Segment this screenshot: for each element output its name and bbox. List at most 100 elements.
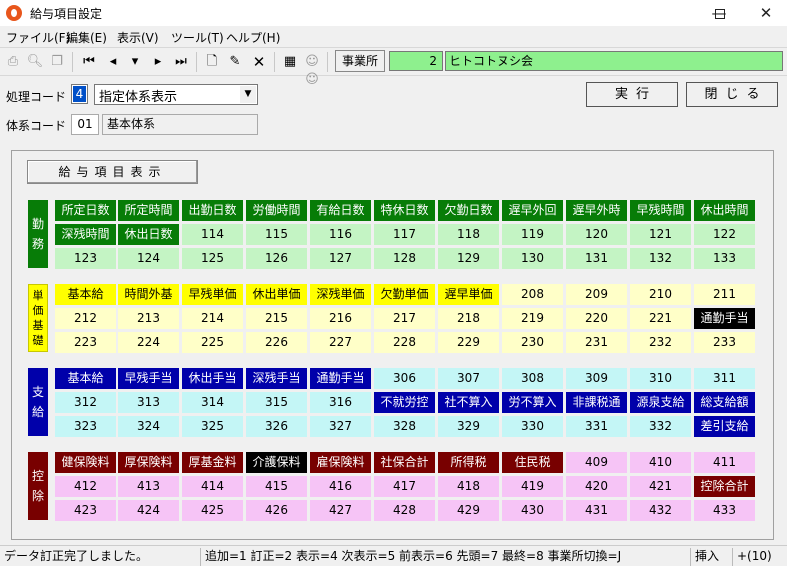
item-cell[interactable]: 労不算入	[502, 392, 563, 413]
item-cell[interactable]: 休出日数	[118, 224, 179, 245]
menu-edit[interactable]: 編集(E)	[66, 29, 107, 46]
office-button[interactable]: 事業所	[335, 50, 385, 72]
item-cell[interactable]: 特休日数	[374, 200, 435, 221]
maximize-icon[interactable]	[697, 0, 743, 26]
item-cell[interactable]: 社保合計	[374, 452, 435, 473]
item-cell[interactable]: 411	[694, 452, 755, 473]
item-cell[interactable]: 出勤日数	[182, 200, 243, 221]
item-cell[interactable]: 120	[566, 224, 627, 245]
item-cell[interactable]: 時間外基	[118, 284, 179, 305]
calculator-icon[interactable]: ▦	[281, 53, 299, 71]
item-cell[interactable]: 326	[246, 416, 307, 437]
item-cell[interactable]: 221	[630, 308, 691, 329]
item-cell[interactable]: 210	[630, 284, 691, 305]
menu-file[interactable]: ファイル(F)	[6, 29, 70, 46]
item-cell[interactable]: 412	[55, 476, 116, 497]
item-cell[interactable]: 労働時間	[246, 200, 307, 221]
item-cell[interactable]: 228	[374, 332, 435, 353]
item-cell[interactable]: 源泉支給	[630, 392, 691, 413]
item-cell[interactable]: 219	[502, 308, 563, 329]
item-cell[interactable]: 217	[374, 308, 435, 329]
item-cell[interactable]: 423	[55, 500, 116, 521]
item-cell[interactable]: 233	[694, 332, 755, 353]
close-window-icon[interactable]: ✕	[743, 0, 787, 26]
item-cell[interactable]: 124	[118, 248, 179, 269]
item-cell[interactable]: 126	[246, 248, 307, 269]
new-document-icon[interactable]: 🗋︎	[203, 53, 221, 71]
item-cell[interactable]: 315	[246, 392, 307, 413]
item-cell[interactable]: 非課税通	[566, 392, 627, 413]
item-cell[interactable]: 早残時間	[630, 200, 691, 221]
item-cell[interactable]: 415	[246, 476, 307, 497]
item-cell[interactable]: 213	[118, 308, 179, 329]
item-cell[interactable]: 430	[502, 500, 563, 521]
item-cell[interactable]: 131	[566, 248, 627, 269]
item-cell[interactable]: 312	[55, 392, 116, 413]
item-cell[interactable]: 417	[374, 476, 435, 497]
item-cell[interactable]: 328	[374, 416, 435, 437]
item-cell[interactable]: 211	[694, 284, 755, 305]
item-cell[interactable]: 123	[55, 248, 116, 269]
item-cell[interactable]: 230	[502, 332, 563, 353]
item-cell[interactable]: 418	[438, 476, 499, 497]
item-cell[interactable]: 雇保険料	[310, 452, 371, 473]
item-cell[interactable]: 308	[502, 368, 563, 389]
item-cell[interactable]: 311	[694, 368, 755, 389]
copy-icon[interactable]: ❐	[48, 53, 66, 71]
item-cell[interactable]: 324	[118, 416, 179, 437]
item-cell[interactable]: 早残手当	[118, 368, 179, 389]
item-cell[interactable]: 413	[118, 476, 179, 497]
item-cell[interactable]: 306	[374, 368, 435, 389]
item-cell[interactable]: 128	[374, 248, 435, 269]
item-cell[interactable]: 416	[310, 476, 371, 497]
item-cell[interactable]: 212	[55, 308, 116, 329]
employees-icon[interactable]: ☺☺	[303, 53, 321, 87]
menu-view[interactable]: 表示(V)	[117, 29, 159, 46]
item-cell[interactable]: 428	[374, 500, 435, 521]
item-cell[interactable]: 232	[630, 332, 691, 353]
item-cell[interactable]: 215	[246, 308, 307, 329]
item-cell[interactable]: 327	[310, 416, 371, 437]
display-items-button[interactable]: 給与項目表示	[27, 160, 198, 184]
item-cell[interactable]: 休出単価	[246, 284, 307, 305]
item-cell[interactable]: 231	[566, 332, 627, 353]
item-cell[interactable]: 225	[182, 332, 243, 353]
item-cell[interactable]: 429	[438, 500, 499, 521]
item-cell[interactable]: 122	[694, 224, 755, 245]
item-cell[interactable]: 323	[55, 416, 116, 437]
item-cell[interactable]: 209	[566, 284, 627, 305]
item-cell[interactable]: 313	[118, 392, 179, 413]
item-cell[interactable]: 310	[630, 368, 691, 389]
sys-code-input[interactable]: 01	[71, 114, 99, 135]
proc-select[interactable]: 指定体系表示 ▼	[94, 84, 258, 105]
edit-icon[interactable]: ✎	[226, 53, 244, 71]
item-cell[interactable]: 432	[630, 500, 691, 521]
item-cell[interactable]: 208	[502, 284, 563, 305]
item-cell[interactable]: 遅早外回	[502, 200, 563, 221]
last-record-icon[interactable]: ⏭︎	[172, 53, 190, 71]
close-button[interactable]: 閉じる	[686, 82, 778, 107]
item-cell[interactable]: 118	[438, 224, 499, 245]
item-cell[interactable]: 116	[310, 224, 371, 245]
item-cell[interactable]: 基本給	[55, 284, 116, 305]
item-cell[interactable]: 通勤手当	[694, 308, 755, 329]
item-cell[interactable]: 216	[310, 308, 371, 329]
item-cell[interactable]: 114	[182, 224, 243, 245]
item-cell[interactable]: 332	[630, 416, 691, 437]
item-cell[interactable]: 遅早外時	[566, 200, 627, 221]
item-cell[interactable]: 414	[182, 476, 243, 497]
item-cell[interactable]: 厚保険料	[118, 452, 179, 473]
item-cell[interactable]: 社不算入	[438, 392, 499, 413]
item-cell[interactable]: 有給日数	[310, 200, 371, 221]
item-cell[interactable]: 遅早単価	[438, 284, 499, 305]
item-cell[interactable]: 409	[566, 452, 627, 473]
item-cell[interactable]: 所定日数	[55, 200, 116, 221]
item-cell[interactable]: 431	[566, 500, 627, 521]
item-cell[interactable]: 433	[694, 500, 755, 521]
item-cell[interactable]: 深残時間	[55, 224, 116, 245]
item-cell[interactable]: 休出時間	[694, 200, 755, 221]
next-record-icon[interactable]: ▸	[149, 53, 167, 71]
item-cell[interactable]: 424	[118, 500, 179, 521]
item-cell[interactable]: 所得税	[438, 452, 499, 473]
item-cell[interactable]: 410	[630, 452, 691, 473]
